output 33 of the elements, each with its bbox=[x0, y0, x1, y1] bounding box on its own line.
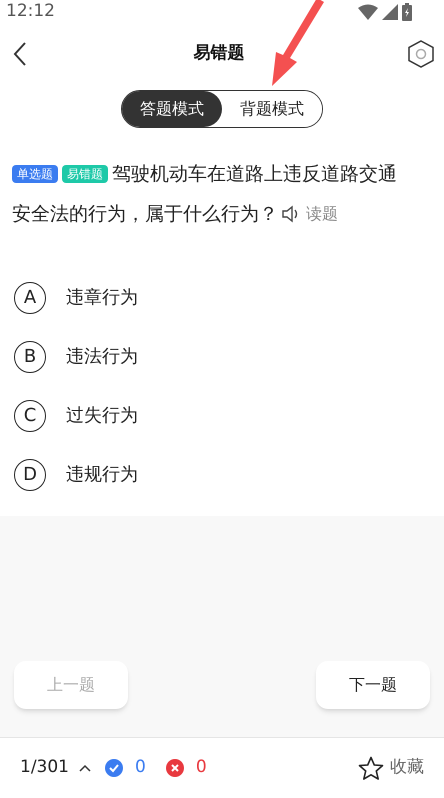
cross-circle-icon bbox=[166, 759, 184, 777]
settings-button[interactable] bbox=[408, 40, 434, 68]
option-letter: C bbox=[14, 400, 46, 432]
star-icon bbox=[358, 756, 384, 780]
question-text: 安全法的行为，属于什么行为？ bbox=[12, 202, 278, 227]
option-text: 违规行为 bbox=[66, 463, 138, 487]
battery-icon bbox=[402, 3, 412, 21]
signal-icon bbox=[382, 4, 398, 20]
question-tag: 单选题 bbox=[12, 165, 58, 183]
option-letter: D bbox=[14, 458, 46, 490]
page-title: 易错题 bbox=[194, 42, 244, 66]
answer-option[interactable]: C 过失行为 bbox=[0, 386, 444, 445]
answer-option[interactable]: B 违法行为 bbox=[0, 327, 444, 386]
answer-option[interactable]: D 违规行为 bbox=[0, 445, 444, 504]
chevron-up-icon[interactable] bbox=[79, 764, 91, 772]
check-circle-icon bbox=[105, 759, 123, 777]
progress-counter: 1/301 bbox=[20, 756, 69, 780]
wrong-count: 0 bbox=[196, 756, 207, 780]
option-text: 违章行为 bbox=[66, 286, 138, 310]
answer-option[interactable]: A 违章行为 bbox=[0, 268, 444, 327]
mode-tab[interactable]: 答题模式 bbox=[122, 91, 222, 127]
favorite-button[interactable]: 收藏 bbox=[358, 755, 424, 781]
status-time: 12:12 bbox=[6, 0, 55, 24]
option-text: 过失行为 bbox=[66, 404, 138, 428]
correct-count: 0 bbox=[135, 756, 146, 780]
next-button[interactable]: 下一题 bbox=[316, 661, 430, 709]
question-text: 驾驶机动车在道路上违反道路交通 bbox=[112, 162, 397, 187]
option-letter: A bbox=[14, 282, 46, 314]
read-aloud-button[interactable]: 读题 bbox=[306, 202, 338, 226]
question-tag: 易错题 bbox=[62, 165, 108, 183]
option-letter: B bbox=[14, 340, 46, 372]
wifi-icon bbox=[358, 4, 378, 20]
option-text: 违法行为 bbox=[66, 345, 138, 369]
